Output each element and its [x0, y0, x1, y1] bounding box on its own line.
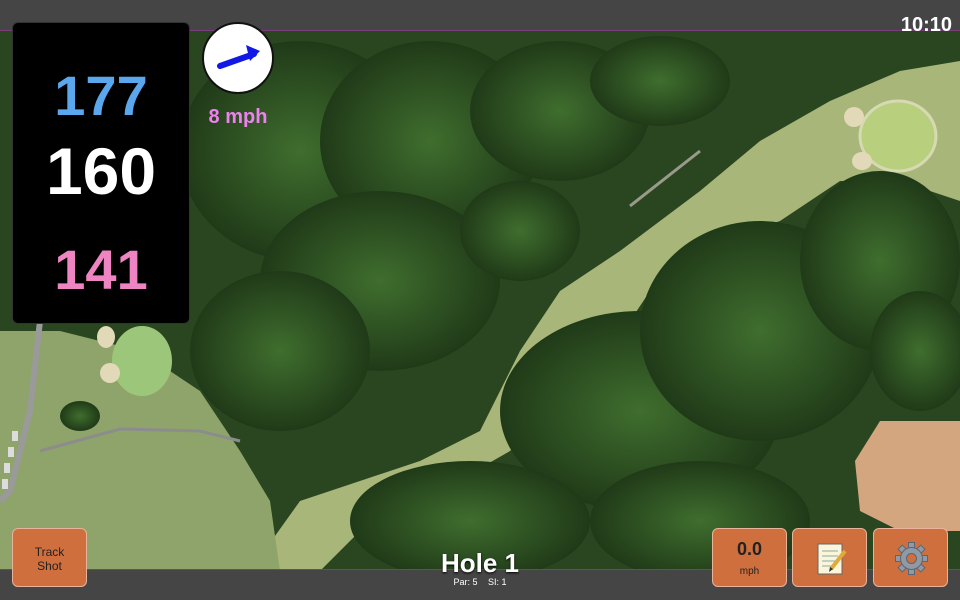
wind-arrow-icon	[217, 45, 260, 69]
hole-title: Hole 1	[440, 548, 520, 578]
middle-distance: 160	[45, 134, 157, 208]
hole-info: Par: 5 SI: 1	[380, 577, 580, 587]
track-shot-label-line2: Shot	[37, 559, 62, 573]
notepad-icon	[817, 543, 847, 575]
settings-button[interactable]	[873, 528, 948, 587]
track-shot-label-line1: Track	[34, 545, 65, 559]
hole-stroke-index: SI: 1	[488, 577, 507, 587]
speed-value: 0.0	[736, 539, 763, 559]
front-distance: 141	[54, 238, 148, 301]
hole-par: Par: 5	[453, 577, 478, 587]
wind-indicator	[202, 22, 274, 94]
distance-panel: 177 160 141	[12, 22, 190, 324]
clock: 10:10	[900, 14, 952, 36]
notes-button[interactable]	[792, 528, 867, 587]
gear-icon	[895, 542, 928, 575]
track-shot-button[interactable]: Track Shot	[12, 528, 87, 587]
wind-speed: 8 mph	[208, 106, 268, 128]
back-distance: 177	[54, 64, 148, 127]
speed-unit: mph	[739, 566, 760, 577]
speed-button[interactable]: 0.0 mph	[712, 528, 787, 587]
